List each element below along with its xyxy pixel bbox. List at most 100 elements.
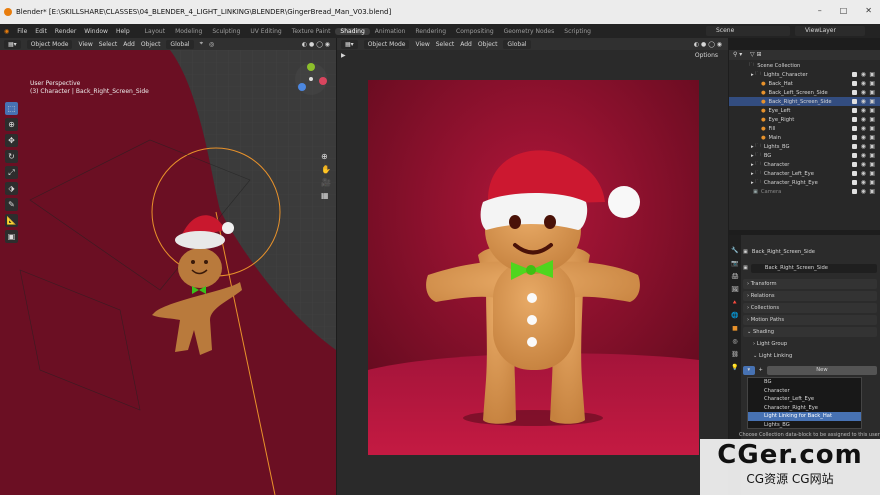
- tab-texture-paint[interactable]: Texture Paint: [287, 28, 336, 35]
- expand-arrow-icon[interactable]: ▸: [751, 153, 754, 159]
- tab-sculpting[interactable]: Sculpting: [207, 28, 245, 35]
- panel-transform[interactable]: › Transform: [743, 279, 877, 289]
- render-camera-icon[interactable]: ▣: [869, 89, 875, 96]
- tab-animation[interactable]: Animation: [370, 28, 411, 35]
- tool-tab-icon[interactable]: 🔧: [731, 247, 738, 254]
- left-mode-dropdown[interactable]: Object Mode: [26, 39, 73, 49]
- right-menu-object[interactable]: Object: [478, 41, 498, 48]
- dropdown-item[interactable]: Character: [748, 387, 861, 396]
- outliner-row[interactable]: ● Eye_Right ◉ ▣: [729, 115, 880, 124]
- visibility-eye-icon[interactable]: ◉: [861, 125, 866, 132]
- render-camera-icon[interactable]: ▣: [869, 152, 875, 159]
- panel-relations[interactable]: › Relations: [743, 291, 877, 301]
- options-dropdown[interactable]: Options: [695, 52, 718, 59]
- visibility-eye-icon[interactable]: ◉: [861, 170, 866, 177]
- visibility-eye-icon[interactable]: ◉: [861, 188, 866, 195]
- right-rendered-viewport[interactable]: ▶ Options: [337, 50, 728, 495]
- outliner-row[interactable]: ▸ 🗀 Lights_Character ◉ ▣: [729, 70, 880, 79]
- camera-view-icon[interactable]: 🎥: [321, 178, 331, 187]
- exclude-checkbox[interactable]: [852, 108, 857, 113]
- left-menu-object[interactable]: Object: [141, 41, 161, 48]
- data-tab-icon[interactable]: 💡: [731, 364, 738, 371]
- visibility-eye-icon[interactable]: ◉: [861, 134, 866, 141]
- tab-compositing[interactable]: Compositing: [451, 28, 499, 35]
- outliner-row[interactable]: ▸ 🗀 Character ◉ ▣: [729, 160, 880, 169]
- render-camera-icon[interactable]: ▣: [869, 71, 875, 78]
- menu-edit[interactable]: Edit: [31, 28, 51, 35]
- visibility-eye-icon[interactable]: ◉: [861, 89, 866, 96]
- object-name-field[interactable]: Back_Right_Screen_Side: [750, 263, 877, 273]
- add-cube-tool-icon[interactable]: ▣: [5, 230, 18, 243]
- dropdown-item[interactable]: Character_Left_Eye: [748, 395, 861, 404]
- tab-modeling[interactable]: Modeling: [170, 28, 207, 35]
- render-camera-icon[interactable]: ▣: [869, 134, 875, 141]
- proportional-edit-icon[interactable]: ◎: [209, 41, 214, 48]
- scene-tab-icon[interactable]: 🔺: [731, 299, 738, 306]
- outliner-row[interactable]: ▸ 🗀 Character_Left_Eye ◉ ▣: [729, 169, 880, 178]
- navigation-gizmo[interactable]: [294, 62, 328, 96]
- dropdown-item[interactable]: Lights_BG: [748, 421, 861, 430]
- menu-file[interactable]: File: [13, 28, 31, 35]
- scale-tool-icon[interactable]: ⤢: [5, 166, 18, 179]
- move-tool-icon[interactable]: ✥: [5, 134, 18, 147]
- panel-light-group[interactable]: › Light Group: [743, 339, 877, 349]
- render-camera-icon[interactable]: ▣: [869, 143, 875, 150]
- tab-geometry-nodes[interactable]: Geometry Nodes: [499, 28, 560, 35]
- exclude-checkbox[interactable]: [852, 171, 857, 176]
- outliner-row[interactable]: ▸ 🗀 Character_Right_Eye ◉ ▣: [729, 178, 880, 187]
- outliner-row[interactable]: ● Back_Hat ◉ ▣: [729, 79, 880, 88]
- outliner-row[interactable]: ▸ 🗀 Lights_BG ◉ ▣: [729, 142, 880, 151]
- scene-collection-row[interactable]: 🗀 Scene Collection: [729, 61, 880, 70]
- visibility-eye-icon[interactable]: ◉: [861, 98, 866, 105]
- exclude-checkbox[interactable]: [852, 180, 857, 185]
- tab-uv-editing[interactable]: UV Editing: [245, 28, 286, 35]
- add-icon[interactable]: +: [759, 367, 763, 373]
- close-button[interactable]: ✕: [865, 6, 872, 15]
- expand-arrow-icon[interactable]: ▸: [751, 162, 754, 168]
- view-layer-selector[interactable]: ViewLayer: [795, 26, 865, 36]
- tab-scripting[interactable]: Scripting: [559, 28, 596, 35]
- render-camera-icon[interactable]: ▣: [869, 170, 875, 177]
- scene-selector[interactable]: Scene: [706, 26, 790, 36]
- dropdown-item[interactable]: BG: [748, 378, 861, 387]
- render-camera-icon[interactable]: ▣: [869, 161, 875, 168]
- measure-tool-icon[interactable]: 📐: [5, 214, 18, 227]
- outliner-row[interactable]: ▣ Camera ◉ ▣: [729, 187, 880, 196]
- dropdown-item-highlighted[interactable]: Light Linking for Back_Hat: [748, 412, 861, 421]
- expand-arrow-icon[interactable]: ▸: [751, 180, 754, 186]
- right-editor-type-dropdown[interactable]: ▦▾: [341, 39, 358, 49]
- transform-tool-icon[interactable]: ⬗: [5, 182, 18, 195]
- panel-motion-paths[interactable]: › Motion Paths: [743, 315, 877, 325]
- output-tab-icon[interactable]: 🖨: [731, 273, 739, 280]
- world-tab-icon[interactable]: 🌐: [731, 312, 738, 319]
- exclude-checkbox[interactable]: [852, 72, 857, 77]
- render-camera-icon[interactable]: ▣: [869, 98, 875, 105]
- exclude-checkbox[interactable]: [852, 99, 857, 104]
- collection-browse-icon[interactable]: ▾: [743, 365, 755, 375]
- outliner-row[interactable]: ● Main ◉ ▣: [729, 133, 880, 142]
- left-menu-add[interactable]: Add: [123, 41, 135, 48]
- visibility-eye-icon[interactable]: ◉: [861, 71, 866, 78]
- exclude-checkbox[interactable]: [852, 117, 857, 122]
- menu-window[interactable]: Window: [80, 28, 112, 35]
- dropdown-item[interactable]: Character_Right_Eye: [748, 404, 861, 413]
- left-orientation-dropdown[interactable]: Global: [166, 39, 194, 49]
- rotate-tool-icon[interactable]: ↻: [5, 150, 18, 163]
- play-icon[interactable]: ▶: [341, 52, 346, 59]
- outliner-row[interactable]: ● Back_Left_Screen_Side ◉ ▣: [729, 88, 880, 97]
- visibility-eye-icon[interactable]: ◉: [861, 80, 866, 87]
- menu-render[interactable]: Render: [51, 28, 80, 35]
- expand-arrow-icon[interactable]: ▸: [751, 144, 754, 150]
- exclude-checkbox[interactable]: [852, 189, 857, 194]
- left-3d-viewport[interactable]: User Perspective (3) Character | Back_Ri…: [0, 50, 336, 495]
- right-menu-add[interactable]: Add: [460, 41, 472, 48]
- outliner-row[interactable]: ▸ 🗀 BG ◉ ▣: [729, 151, 880, 160]
- outliner-row[interactable]: ● Eye_Left ◉ ▣: [729, 106, 880, 115]
- outliner-row[interactable]: ● Back_Right_Screen_Side ◉ ▣: [729, 97, 880, 106]
- exclude-checkbox[interactable]: [852, 81, 857, 86]
- visibility-eye-icon[interactable]: ◉: [861, 116, 866, 123]
- physics-tab-icon[interactable]: ◎: [732, 338, 737, 345]
- cursor-tool-icon[interactable]: ⊕: [5, 118, 18, 131]
- exclude-checkbox[interactable]: [852, 90, 857, 95]
- left-menu-select[interactable]: Select: [99, 41, 118, 48]
